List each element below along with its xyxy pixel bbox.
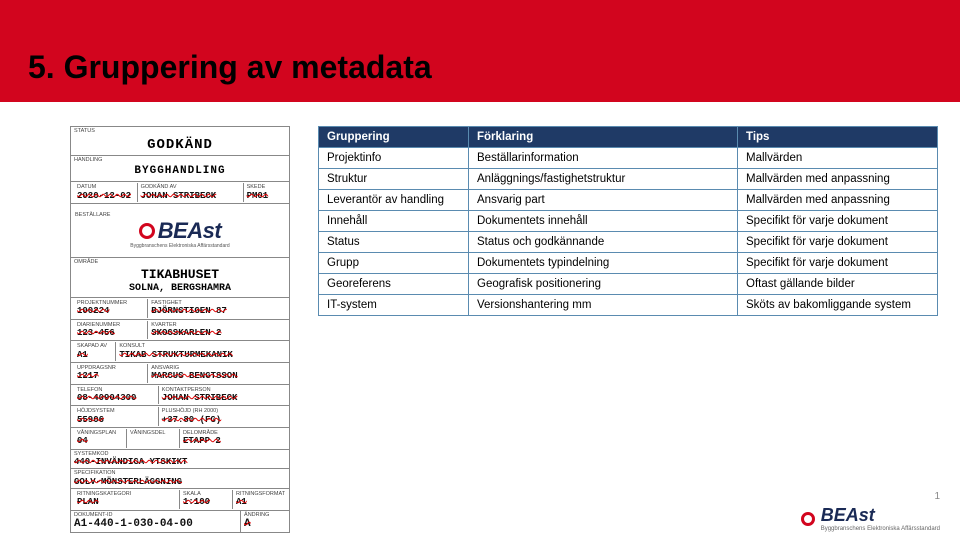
td-forklaring: Ansvarig part [469,190,738,211]
form-konsult: TIKAB STRUKTURMEKANIK [119,350,283,360]
form-ritnings: PLAN [77,497,176,507]
table-row: StatusStatus och godkännandeSpecifikt fö… [319,232,938,253]
slide-title: 5. Gruppering av metadata [0,49,432,102]
td-tips: Oftast gällande bilder [738,274,938,295]
td-tips: Sköts av bakomliggande system [738,295,938,316]
td-forklaring: Geografisk positionering [469,274,738,295]
form-kontakt: JOHAN STRIBECK [162,393,283,403]
form-telefon: 08-40904300 [77,393,155,403]
td-tips: Mallvärden [738,148,938,169]
form-uppdrag: 1217 [77,371,144,381]
form-status: GODKÄND [74,134,286,154]
td-gruppering: Innehåll [319,211,469,232]
content-area: STATUS GODKÄND HANDLING BYGGHANDLING DAT… [0,102,960,533]
form-spec: GOLV-MÖNSTERLÄGGNING [74,477,286,487]
form-vdel-label: VÅNINGSDEL [130,430,176,436]
td-gruppering: Leverantör av handling [319,190,469,211]
form-andring: A [244,518,286,531]
td-forklaring: Dokumentets innehåll [469,211,738,232]
form-brand-tag: Byggbranschens Elektroniska Affärsstanda… [75,244,285,250]
form-skapad: A1 [77,350,112,360]
table-row: IT-systemVersionshantering mmSköts av ba… [319,295,938,316]
form-format: A1 [236,497,283,507]
footer-brand-tag: Byggbranschens Elektroniska Affärsstanda… [821,526,940,532]
document-stamp: STATUS GODKÄND HANDLING BYGGHANDLING DAT… [70,126,290,533]
td-forklaring: Beställarinformation [469,148,738,169]
form-dokid: A1-440-1-030-04-00 [74,518,237,531]
form-vplan: 04 [77,436,123,446]
td-gruppering: IT-system [319,295,469,316]
form-diarie: 123-456 [77,328,144,338]
td-gruppering: Status [319,232,469,253]
form-projekt2: SOLNA, BERGSHAMRA [74,283,286,297]
td-tips: Specifikt för varje dokument [738,211,938,232]
form-systemkod: 440-INVÄNDIGA YTSKIKT [74,457,286,467]
td-gruppering: Projektinfo [319,148,469,169]
form-approvedby: JOHAN STRIBECK [141,191,240,201]
form-skede: PM01 [247,191,283,201]
metadata-table-wrap: Gruppering Förklaring Tips ProjektinfoBe… [318,126,938,533]
table-header-row: Gruppering Förklaring Tips [319,127,938,148]
form-projnr: 100224 [77,306,144,316]
table-row: StrukturAnläggnings/fastighetstrukturMal… [319,169,938,190]
form-handling: BYGGHANDLING [74,164,286,181]
footer-brand: BEAst [821,505,940,526]
th-forklaring: Förklaring [469,127,738,148]
form-date: 2020-12-02 [77,191,134,201]
th-tips: Tips [738,127,938,148]
metadata-table: Gruppering Förklaring Tips ProjektinfoBe… [318,126,938,316]
td-tips: Mallvärden med anpassning [738,169,938,190]
td-tips: Specifikt för varje dokument [738,232,938,253]
form-kvarter: SKOGSKARLEN 2 [151,328,283,338]
td-forklaring: Dokumentets typindelning [469,253,738,274]
td-gruppering: Georeferens [319,274,469,295]
table-row: GeoreferensGeografisk positioneringOftas… [319,274,938,295]
title-bar: 5. Gruppering av metadata [0,0,960,102]
form-projekt1: TIKABHUSET [74,266,286,283]
form-brand: BEAst [158,218,222,243]
footer: 1 BEAst Byggbranschens Elektroniska Affä… [801,505,940,532]
td-forklaring: Versionshantering mm [469,295,738,316]
td-tips: Mallvärden med anpassning [738,190,938,211]
form-skala: 1:100 [183,497,229,507]
td-tips: Specifikt för varje dokument [738,253,938,274]
td-forklaring: Anläggnings/fastighetstruktur [469,169,738,190]
form-hojdsys: 55906 [77,415,155,425]
table-row: GruppDokumentets typindelningSpecifikt f… [319,253,938,274]
table-row: InnehållDokumentets innehållSpecifikt fö… [319,211,938,232]
form-plushojd: +37.80 (FG) [162,415,283,425]
td-gruppering: Struktur [319,169,469,190]
logo-circle-icon [801,512,815,526]
form-delomrade: ETAPP 2 [183,436,283,446]
form-ansvarig: MARCUS BENGTSSON [151,371,283,381]
td-forklaring: Status och godkännande [469,232,738,253]
th-gruppering: Gruppering [319,127,469,148]
logo-circle-icon [139,223,155,239]
form-fastighet: BJÖRNSTIGEN 87 [151,306,283,316]
page-number: 1 [934,491,940,502]
td-gruppering: Grupp [319,253,469,274]
table-row: Leverantör av handlingAnsvarig partMallv… [319,190,938,211]
table-row: ProjektinfoBeställarinformationMallvärde… [319,148,938,169]
